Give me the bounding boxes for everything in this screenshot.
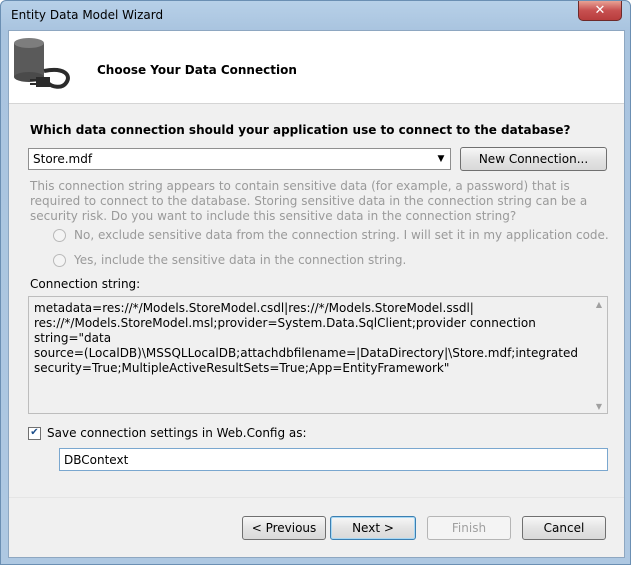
radio-button[interactable] bbox=[53, 253, 66, 267]
finish-button[interactable]: Finish bbox=[427, 516, 511, 540]
radio-include-label: Yes, include the sensitive data in the c… bbox=[74, 253, 407, 267]
connection-string-label: Connection string: bbox=[30, 277, 141, 291]
dialog-body: Choose Your Data Connection Which data c… bbox=[8, 30, 625, 558]
new-connection-button[interactable]: New Connection... bbox=[460, 147, 607, 171]
wizard-header: Choose Your Data Connection bbox=[9, 31, 624, 104]
previous-label: < Previous bbox=[251, 521, 317, 535]
scroll-down-icon[interactable]: ▼ bbox=[591, 399, 607, 413]
next-button[interactable]: Next > bbox=[330, 516, 416, 540]
connection-question: Which data connection should your applic… bbox=[30, 123, 571, 137]
cancel-button[interactable]: Cancel bbox=[522, 516, 606, 540]
close-icon: ✕ bbox=[594, 3, 606, 18]
footer-divider bbox=[9, 497, 624, 498]
radio-include-sensitive[interactable]: Yes, include the sensitive data in the c… bbox=[53, 253, 406, 267]
save-settings-row[interactable]: ✔ Save connection settings in Web.Config… bbox=[28, 426, 307, 440]
window-title: Entity Data Model Wizard bbox=[11, 8, 164, 22]
radio-exclude-sensitive[interactable]: No, exclude sensitive data from the conn… bbox=[53, 228, 609, 242]
previous-button[interactable]: < Previous bbox=[242, 516, 326, 540]
save-settings-label: Save connection settings in Web.Config a… bbox=[47, 426, 307, 440]
new-connection-label: New Connection... bbox=[478, 152, 589, 166]
chevron-down-icon[interactable]: ▼ bbox=[432, 149, 450, 169]
cancel-label: Cancel bbox=[543, 521, 585, 535]
radio-exclude-label: No, exclude sensitive data from the conn… bbox=[74, 228, 609, 242]
page-title: Choose Your Data Connection bbox=[97, 63, 297, 77]
scroll-up-icon[interactable]: ▲ bbox=[591, 297, 607, 311]
wizard-window: Entity Data Model Wizard ✕ Choose Your D… bbox=[0, 0, 631, 565]
close-button[interactable]: ✕ bbox=[578, 1, 622, 21]
save-settings-checkbox[interactable]: ✔ bbox=[28, 426, 41, 440]
sensitive-data-description: This connection string appears to contai… bbox=[30, 179, 588, 223]
vertical-scrollbar[interactable]: ▲ ▼ bbox=[591, 297, 607, 413]
connection-string-text[interactable]: metadata=res://*/Models.StoreModel.csdl|… bbox=[34, 301, 584, 376]
context-name-field[interactable]: DBContext bbox=[59, 448, 608, 471]
connection-select-value: Store.mdf bbox=[33, 152, 93, 166]
context-name-value: DBContext bbox=[64, 453, 129, 467]
connection-select[interactable]: Store.mdf ▼ bbox=[28, 148, 451, 170]
next-label: Next > bbox=[352, 521, 394, 535]
radio-button[interactable] bbox=[53, 228, 66, 242]
database-connection-icon bbox=[14, 38, 70, 89]
finish-label: Finish bbox=[451, 521, 487, 535]
title-bar[interactable]: Entity Data Model Wizard ✕ bbox=[1, 1, 630, 29]
connection-string-box[interactable]: metadata=res://*/Models.StoreModel.csdl|… bbox=[28, 296, 608, 414]
